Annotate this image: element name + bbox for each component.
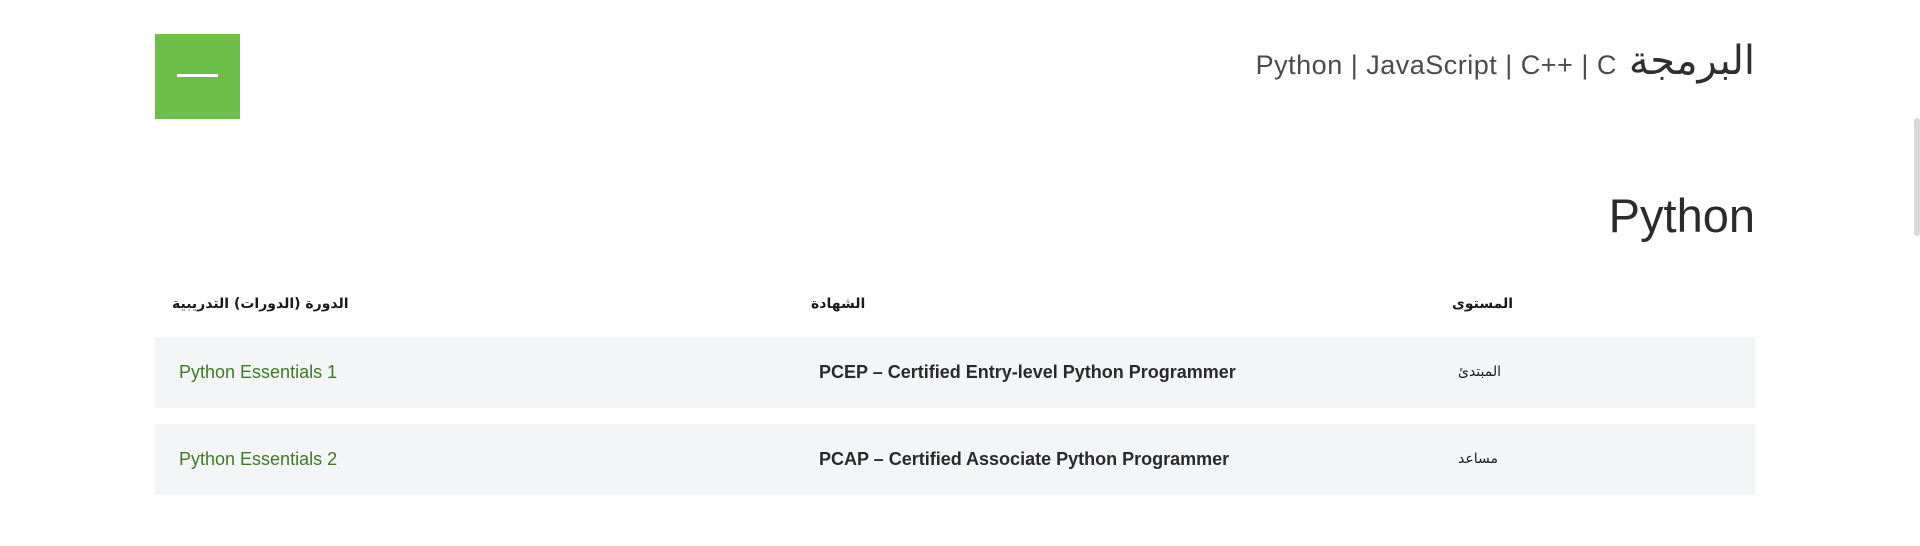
header-level: المستوى (1452, 296, 1514, 312)
header-course: الدورة (الدورات) التدريبية (172, 296, 349, 312)
section-heading: Python | JavaScript | C++ | C البرمجة (1256, 38, 1755, 84)
table-row: Python Essentials 2 PCAP – Certified Ass… (155, 424, 1755, 495)
section-languages: Python | JavaScript | C++ | C (1255, 50, 1617, 80)
course-link[interactable]: Python Essentials 1 (179, 337, 337, 408)
certificate-name: PCEP – Certified Entry-level Python Prog… (819, 362, 1236, 382)
collapse-toggle-button[interactable] (155, 34, 240, 119)
level-label: مساعد (1458, 451, 1498, 467)
certificate-name: PCAP – Certified Associate Python Progra… (819, 449, 1230, 469)
subsection-title: Python (1608, 189, 1755, 242)
header-certificate: الشهادة (811, 296, 866, 312)
minus-icon (177, 74, 218, 77)
table-header-row: الدورة (الدورات) التدريبية الشهادة المست… (155, 290, 1755, 322)
table-row: Python Essentials 1 PCEP – Certified Ent… (155, 337, 1755, 408)
course-link[interactable]: Python Essentials 2 (179, 424, 337, 495)
level-label: المبتدئ (1458, 364, 1502, 380)
scrollbar-thumb[interactable] (1914, 118, 1920, 236)
section-title: البرمجة (1628, 38, 1755, 84)
